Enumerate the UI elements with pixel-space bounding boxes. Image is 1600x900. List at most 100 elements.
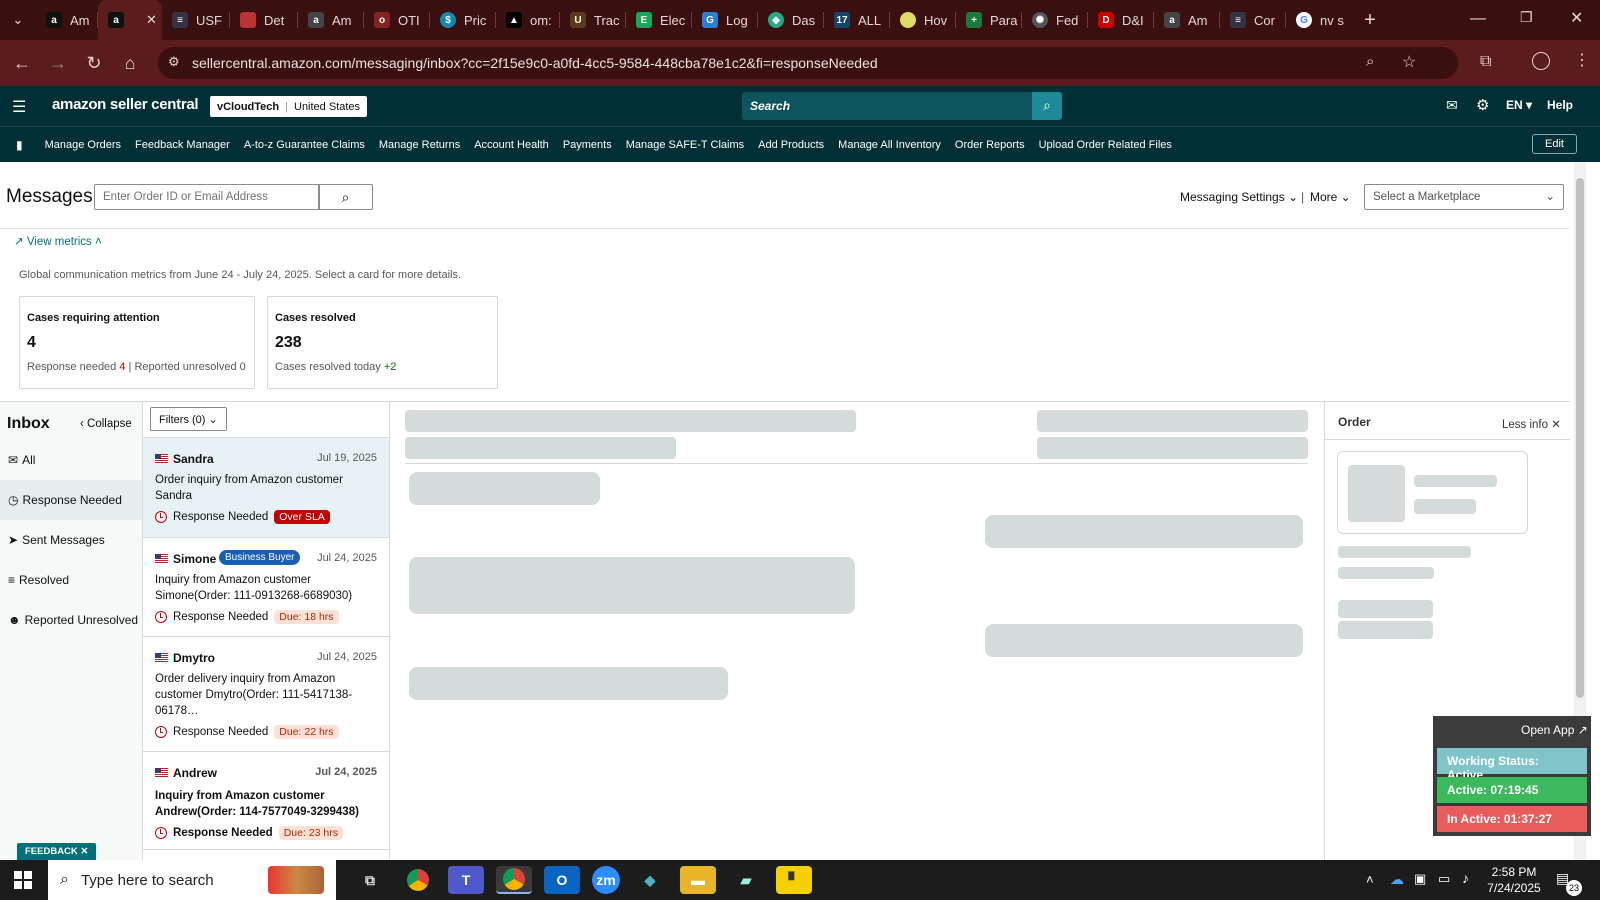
minimize-icon[interactable]: —: [1470, 10, 1486, 28]
menu-dots-icon[interactable]: ⋮: [1574, 50, 1590, 70]
reload-icon[interactable]: ↻: [76, 53, 112, 74]
browser-tab-active[interactable]: a ✕: [98, 0, 162, 40]
chrome-active-icon[interactable]: [496, 866, 532, 894]
marketplace-select[interactable]: Select a Marketplace ⌄: [1364, 184, 1564, 210]
app-diamond-icon[interactable]: ◆: [632, 866, 668, 894]
chrome-icon[interactable]: [400, 866, 436, 894]
collapse-button[interactable]: ‹ Collapse: [80, 418, 132, 430]
nav-upload-order-files[interactable]: Upload Order Related Files: [1039, 139, 1172, 151]
taskbar-search[interactable]: ⌕ Type here to search: [48, 860, 336, 900]
browser-tab[interactable]: U Trac: [560, 0, 626, 40]
onedrive-icon[interactable]: ☁: [1390, 871, 1404, 888]
tab-list-button[interactable]: ⌄: [0, 0, 36, 40]
order-search-input[interactable]: Enter Order ID or Email Address: [94, 184, 320, 210]
windows-start-icon[interactable]: [14, 871, 32, 889]
sticky-notes-icon[interactable]: ▘: [776, 866, 812, 894]
url-field[interactable]: ⚙ sellercentral.amazon.com/messaging/inb…: [158, 47, 1458, 79]
nav-add-products[interactable]: Add Products: [758, 139, 824, 151]
file-explorer-icon[interactable]: ▬: [680, 866, 716, 894]
message-item-selected[interactable]: Sandra Jul 19, 2025 Order inquiry from A…: [143, 438, 389, 538]
browser-tab[interactable]: a Am: [298, 0, 364, 40]
teams-icon[interactable]: T: [448, 866, 484, 894]
zoom-icon[interactable]: ⌕: [1366, 53, 1374, 70]
nav-safet-claims[interactable]: Manage SAFE-T Claims: [626, 139, 744, 151]
folder-all[interactable]: ✉ All: [8, 453, 35, 467]
network-icon[interactable]: ▭: [1438, 871, 1450, 887]
browser-tab[interactable]: o OTI: [364, 0, 430, 40]
scrollbar-thumb[interactable]: [1576, 178, 1584, 698]
clock-tray[interactable]: 2:58 PM 7/24/2025: [1486, 864, 1542, 896]
open-app-button[interactable]: Open App ↗: [1521, 723, 1588, 737]
message-item-unread[interactable]: Andrew Jul 24, 2025 Inquiry from Amazon …: [143, 752, 389, 850]
search-icon[interactable]: ⌕: [1032, 92, 1062, 120]
nav-account-health[interactable]: Account Health: [474, 139, 549, 151]
browser-tab[interactable]: Gnv s: [1286, 0, 1352, 40]
nav-manage-returns[interactable]: Manage Returns: [379, 139, 460, 151]
browser-tab[interactable]: G Log: [692, 0, 758, 40]
browser-tab[interactable]: E Elec: [626, 0, 692, 40]
folder-response-needed[interactable]: ◷ Response Needed: [8, 493, 122, 507]
messaging-settings-menu[interactable]: Messaging Settings ⌄: [1180, 190, 1298, 204]
profile-icon[interactable]: [1532, 52, 1550, 70]
browser-tab[interactable]: 17 ALL: [824, 0, 890, 40]
edit-nav-button[interactable]: Edit: [1532, 134, 1577, 154]
nav-order-reports[interactable]: Order Reports: [955, 139, 1025, 151]
folder-reported-unresolved[interactable]: ☻ Reported Unresolved: [8, 613, 138, 627]
language-selector[interactable]: EN ▾: [1506, 98, 1532, 112]
home-icon[interactable]: ⌂: [112, 53, 148, 74]
close-icon[interactable]: ✕: [146, 12, 157, 28]
new-tab-button[interactable]: +: [1352, 0, 1388, 40]
browser-tab[interactable]: ≡ USF: [162, 0, 230, 40]
seller-central-logo[interactable]: amazon seller central: [52, 96, 199, 113]
star-icon[interactable]: ☆: [1402, 52, 1416, 72]
global-search-input[interactable]: Search: [742, 92, 1032, 120]
restore-icon[interactable]: ❐: [1520, 9, 1533, 26]
site-info-icon[interactable]: ⚙: [168, 54, 180, 70]
browser-tab[interactable]: ◆ Das: [758, 0, 824, 40]
close-window-icon[interactable]: ✕: [1570, 8, 1583, 28]
message-item[interactable]: Simone Business Buyer Jul 24, 2025 Inqui…: [143, 538, 389, 637]
browser-tab[interactable]: + Para: [956, 0, 1022, 40]
gear-icon[interactable]: ⚙: [1476, 96, 1489, 114]
browser-tab[interactable]: ≡ Cor: [1220, 0, 1286, 40]
zoom-icon[interactable]: zm: [592, 866, 620, 894]
less-info-button[interactable]: Less info ✕: [1502, 417, 1561, 431]
help-link[interactable]: Help: [1547, 98, 1573, 112]
hamburger-menu-icon[interactable]: ☰: [12, 97, 26, 117]
chevron-up-icon[interactable]: ˄: [1366, 872, 1374, 887]
bookmark-icon[interactable]: ▮: [16, 138, 23, 152]
browser-tab[interactable]: ✺ Fed: [1022, 0, 1088, 40]
more-menu[interactable]: More ⌄: [1310, 190, 1351, 204]
cases-resolved-card[interactable]: Cases resolved 238 Cases resolved today …: [267, 296, 498, 389]
account-switcher[interactable]: vCloudTech | United States: [210, 96, 368, 117]
message-item[interactable]: Dmytro Jul 24, 2025 Order delivery inqui…: [143, 637, 389, 752]
nav-manage-orders[interactable]: Manage Orders: [45, 139, 121, 151]
browser-tab[interactable]: Hov: [890, 0, 956, 40]
browser-tab[interactable]: a Am: [36, 0, 98, 40]
folder-resolved[interactable]: ≡ Resolved: [8, 573, 69, 587]
tray-app-icon[interactable]: ▣: [1414, 871, 1426, 887]
nav-feedback-manager[interactable]: Feedback Manager: [135, 139, 230, 151]
nav-manage-inventory[interactable]: Manage All Inventory: [838, 139, 941, 151]
browser-tab[interactable]: ▲ om:: [496, 0, 560, 40]
mail-icon[interactable]: ✉: [1446, 97, 1458, 114]
forward-icon[interactable]: →: [40, 53, 76, 74]
outlook-icon[interactable]: O: [544, 866, 580, 894]
feedback-button[interactable]: FEEDBACK ✕: [17, 843, 97, 860]
folder-sent-messages[interactable]: ➤ Sent Messages: [8, 533, 105, 547]
volume-icon[interactable]: ♪: [1462, 870, 1469, 886]
browser-tab[interactable]: $ Pric: [430, 0, 496, 40]
task-view-icon[interactable]: ⧉: [352, 866, 388, 894]
notepad-icon[interactable]: ▰: [728, 866, 764, 894]
browser-tab[interactable]: a Am: [1154, 0, 1220, 40]
extensions-icon[interactable]: ⧉: [1480, 53, 1491, 71]
nav-payments[interactable]: Payments: [563, 139, 612, 151]
search-icon[interactable]: ⌕: [318, 184, 373, 210]
nav-atoz-claims[interactable]: A-to-z Guarantee Claims: [244, 139, 365, 151]
cases-attention-card[interactable]: Cases requiring attention 4 Response nee…: [19, 296, 255, 389]
filters-button[interactable]: Filters (0) ⌄: [150, 407, 227, 431]
view-metrics-toggle[interactable]: ↗ View metrics ˄: [14, 234, 102, 248]
browser-tab[interactable]: D D&I: [1088, 0, 1154, 40]
back-icon[interactable]: ←: [4, 53, 40, 74]
browser-tab[interactable]: Det: [230, 0, 298, 40]
